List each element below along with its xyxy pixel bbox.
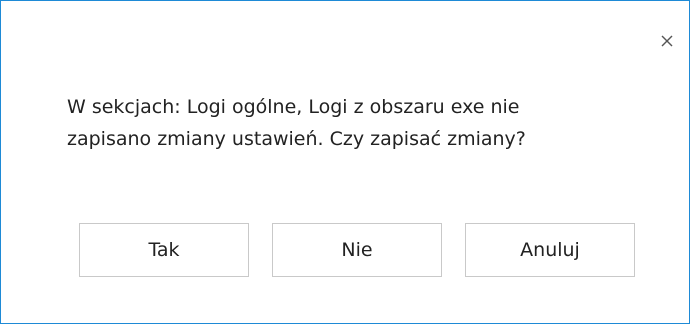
no-button[interactable]: Nie: [272, 223, 442, 277]
close-icon: [661, 35, 673, 47]
yes-button[interactable]: Tak: [79, 223, 249, 277]
dialog-message: W sekcjach: Logi ogólne, Logi z obszaru …: [67, 91, 647, 155]
close-button[interactable]: [653, 27, 681, 55]
confirm-dialog: W sekcjach: Logi ogólne, Logi z obszaru …: [0, 0, 690, 324]
dialog-message-line-1: W sekcjach: Logi ogólne, Logi z obszaru …: [67, 96, 520, 118]
cancel-button[interactable]: Anuluj: [465, 223, 635, 277]
dialog-message-line-2: zapisano zmiany ustawień. Czy zapisać zm…: [67, 128, 526, 150]
